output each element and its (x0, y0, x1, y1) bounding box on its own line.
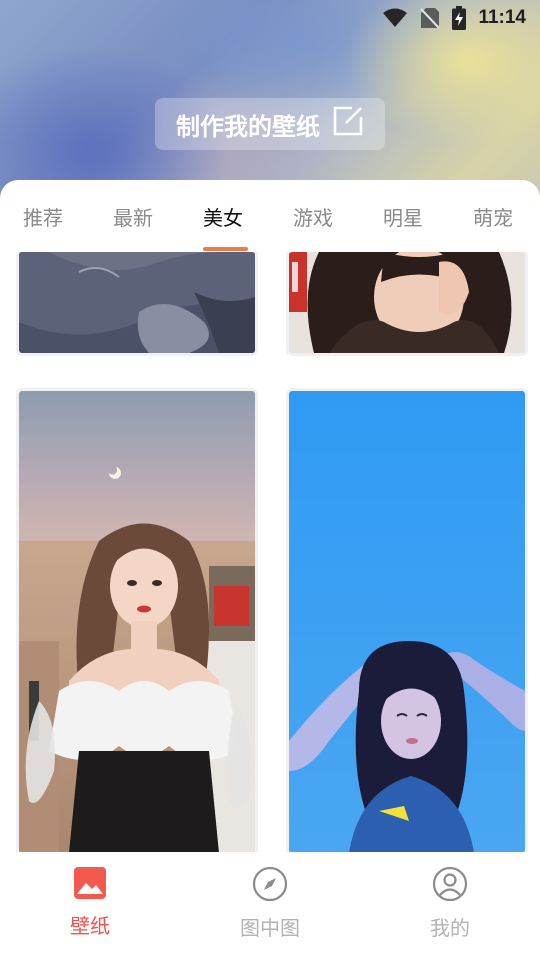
wallpaper-card-anime[interactable] (19, 252, 255, 353)
wallpaper-grid[interactable] (0, 252, 540, 852)
status-time: 11:14 (478, 7, 526, 28)
wallpaper-card-curly-hair[interactable] (289, 252, 525, 353)
wallpaper-card-beach[interactable] (19, 391, 255, 852)
wallpaper-image (289, 252, 525, 353)
category-tabs: 推荐 最新 美女 游戏 明星 萌宠 (0, 180, 540, 252)
wallpaper-image (19, 252, 255, 353)
image-icon (30, 866, 150, 900)
tab-pets[interactable]: 萌宠 (473, 202, 513, 231)
nav-picture-in-picture-label: 图中图 (240, 916, 300, 940)
wallpaper-image (289, 391, 525, 852)
edit-icon (332, 105, 364, 143)
wallpaper-image (19, 391, 255, 852)
nav-picture-in-picture[interactable]: 图中图 (210, 866, 330, 941)
tab-recommend[interactable]: 推荐 (23, 202, 63, 231)
make-wallpaper-button[interactable]: 制作我的壁纸 (155, 98, 385, 150)
wallpaper-card-blue[interactable] (289, 391, 525, 852)
bottom-nav: 壁纸 图中图 我的 (0, 852, 540, 960)
nav-mine-label: 我的 (430, 916, 470, 940)
user-icon (390, 866, 510, 902)
make-wallpaper-label: 制作我的壁纸 (176, 112, 320, 141)
nav-mine[interactable]: 我的 (390, 866, 510, 941)
nav-wallpaper[interactable]: 壁纸 (30, 866, 150, 939)
tab-beauty[interactable]: 美女 (203, 202, 243, 231)
tab-latest[interactable]: 最新 (113, 202, 153, 231)
tab-games[interactable]: 游戏 (293, 202, 333, 231)
battery-charging-icon (452, 6, 467, 30)
compass-icon (210, 866, 330, 902)
wifi-icon (382, 8, 408, 28)
nav-wallpaper-label: 壁纸 (70, 914, 110, 938)
status-bar: 11:14 (0, 0, 540, 36)
tab-indicator (203, 247, 248, 251)
no-sim-icon (420, 7, 441, 29)
content-sheet: 推荐 最新 美女 游戏 明星 萌宠 (0, 180, 540, 960)
tab-stars[interactable]: 明星 (383, 202, 423, 231)
